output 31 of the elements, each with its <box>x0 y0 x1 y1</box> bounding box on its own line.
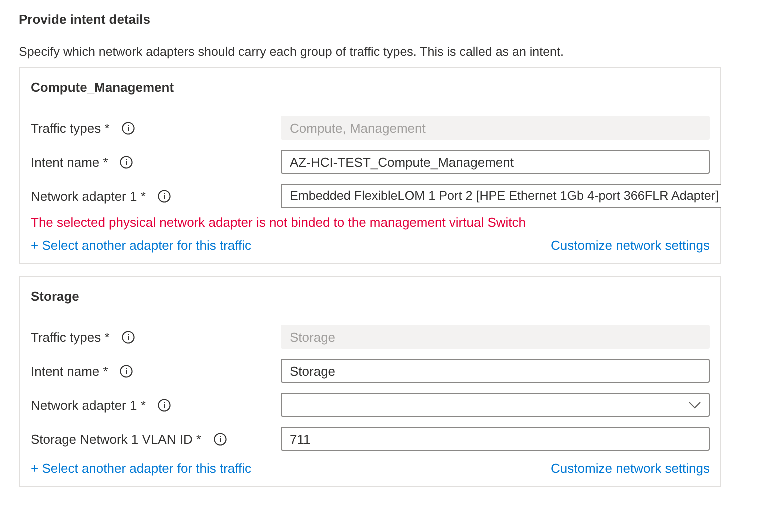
customize-link[interactable]: Customize network settings <box>551 461 710 476</box>
chevron-down-icon <box>689 402 701 408</box>
field-label: Traffic types * <box>31 330 110 344</box>
info-icon[interactable] <box>120 156 134 168</box>
readonly-field: Storage <box>281 325 710 349</box>
field-label: Intent name * <box>31 154 108 170</box>
add-adapter-link[interactable]: + Select another adapter for this traffic <box>31 238 252 253</box>
card-title: Compute_Management <box>31 80 176 96</box>
error-message: The selected physical network adapter is not binded to the management virtual Switch <box>31 215 527 230</box>
dropdown-field[interactable] <box>281 393 710 417</box>
info-icon[interactable] <box>158 190 171 202</box>
info-icon[interactable] <box>214 432 227 446</box>
field-label: Storage Network 1 VLAN ID * <box>31 432 202 446</box>
info-icon[interactable] <box>122 122 135 134</box>
card-title: Storage <box>31 289 80 305</box>
field-label: Traffic types * <box>31 120 110 136</box>
dropdown-field[interactable]: Embedded FlexibleLOM 1 Port 2 [HPE Ethernet 1Gb 4-port 366FLR Adapter] <box>281 184 721 208</box>
input-field[interactable]: Storage <box>281 359 710 383</box>
add-adapter-link[interactable]: + Select another adapter for this traffic <box>31 461 252 476</box>
field-label: Network adapter 1 * <box>31 398 146 412</box>
info-icon[interactable] <box>120 364 134 378</box>
description: Specify which network adapters should carry each group of traffic types. This is called as an intent. <box>19 45 565 59</box>
page-heading: Provide intent details <box>19 12 152 27</box>
input-field[interactable]: 711 <box>281 427 710 451</box>
readonly-field: Compute, Management <box>281 116 710 140</box>
field-label: Intent name * <box>31 364 108 378</box>
customize-link[interactable]: Customize network settings <box>551 238 710 253</box>
info-icon[interactable] <box>122 330 135 344</box>
info-icon[interactable] <box>158 398 171 412</box>
input-field[interactable]: AZ-HCI-TEST_Compute_Management <box>281 150 710 174</box>
field-label: Network adapter 1 * <box>31 188 146 204</box>
